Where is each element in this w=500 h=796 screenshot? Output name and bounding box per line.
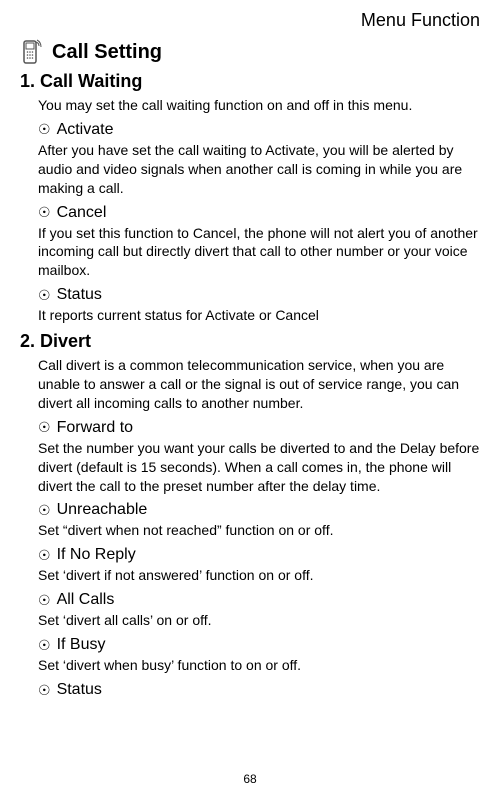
bullet-marker-icon: ☉ xyxy=(38,502,51,519)
bullet-title: Unreachable xyxy=(57,501,148,519)
bullet-marker-icon: ☉ xyxy=(38,287,51,304)
bullet-status-2: ☉ Status xyxy=(38,681,480,699)
bullet-activate: ☉ Activate After you have set the call w… xyxy=(38,121,480,198)
section-title-row: Call Setting xyxy=(20,39,480,65)
bullet-all-calls: ☉ All Calls Set ‘divert all calls’ on or… xyxy=(38,591,480,630)
bullet-body: Set ‘divert when busy’ function to on or… xyxy=(38,656,480,675)
bullet-title: If Busy xyxy=(57,636,106,654)
bullet-marker-icon: ☉ xyxy=(38,682,51,699)
bullet-marker-icon: ☉ xyxy=(38,204,51,221)
bullet-title: All Calls xyxy=(57,591,115,609)
bullet-if-busy: ☉ If Busy Set ‘divert when busy’ functio… xyxy=(38,636,480,675)
bullet-status-1: ☉ Status It reports current status for A… xyxy=(38,286,480,325)
heading-divert: 2. Divert xyxy=(20,331,480,352)
bullet-marker-icon: ☉ xyxy=(38,121,51,138)
phone-icon xyxy=(20,39,42,65)
bullet-title: Status xyxy=(57,286,102,304)
bullet-marker-icon: ☉ xyxy=(38,592,51,609)
bullet-title: Status xyxy=(57,681,102,699)
bullet-marker-icon: ☉ xyxy=(38,637,51,654)
bullet-body: After you have set the call waiting to A… xyxy=(38,141,480,198)
section-divert: 2. Divert Call divert is a common teleco… xyxy=(20,331,480,699)
bullet-body: Set ‘divert all calls’ on or off. xyxy=(38,611,480,630)
bullet-body: It reports current status for Activate o… xyxy=(38,306,480,325)
bullet-title: Activate xyxy=(57,121,114,139)
bullet-cancel: ☉ Cancel If you set this function to Can… xyxy=(38,204,480,281)
section-title: Call Setting xyxy=(52,41,162,64)
bullet-body: Set ‘divert if not answered’ function on… xyxy=(38,566,480,585)
bullet-if-no-reply: ☉ If No Reply Set ‘divert if not answere… xyxy=(38,546,480,585)
header-label: Menu Function xyxy=(20,10,480,31)
bullet-title: If No Reply xyxy=(57,546,136,564)
bullet-unreachable: ☉ Unreachable Set “divert when not reach… xyxy=(38,501,480,540)
intro-call-waiting: You may set the call waiting function on… xyxy=(38,96,480,115)
section-call-waiting: 1. Call Waiting You may set the call wai… xyxy=(20,71,480,325)
intro-divert: Call divert is a common telecommunicatio… xyxy=(38,356,480,413)
bullet-title: Cancel xyxy=(57,204,107,222)
bullet-title: Forward to xyxy=(57,419,133,437)
page-number: 68 xyxy=(0,772,500,786)
bullet-marker-icon: ☉ xyxy=(38,547,51,564)
bullet-body: Set the number you want your calls be di… xyxy=(38,439,480,496)
bullet-forward-to: ☉ Forward to Set the number you want you… xyxy=(38,419,480,496)
bullet-body: Set “divert when not reached” function o… xyxy=(38,521,480,540)
bullet-body: If you set this function to Cancel, the … xyxy=(38,224,480,281)
heading-call-waiting: 1. Call Waiting xyxy=(20,71,480,92)
bullet-marker-icon: ☉ xyxy=(38,419,51,436)
